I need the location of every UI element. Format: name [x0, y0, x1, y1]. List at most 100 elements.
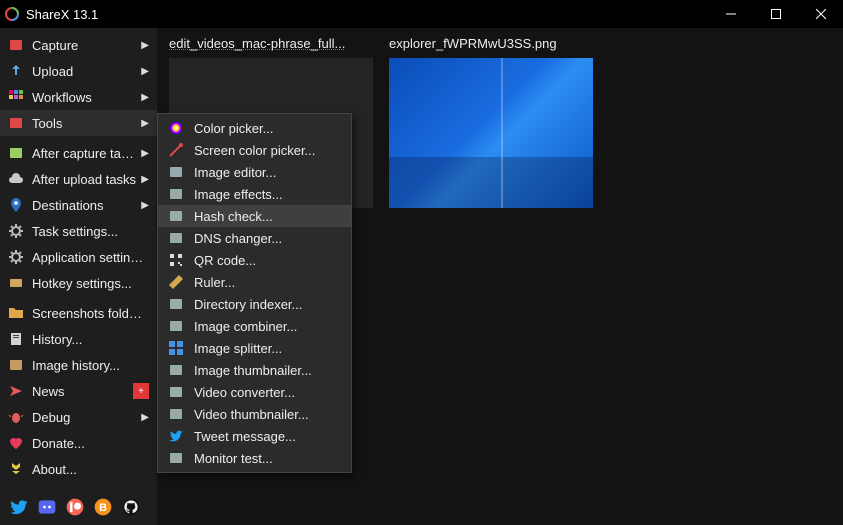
sidebar-item-workflows[interactable]: Workflows ▶	[0, 84, 157, 110]
tools-item-img-combine[interactable]: Image combiner...	[158, 315, 351, 337]
image-effects-icon	[168, 186, 184, 202]
submenu-arrow-icon: ▶	[141, 174, 149, 185]
sidebar-item-upload[interactable]: Upload▶	[0, 58, 157, 84]
sidebar-item-label: Task settings...	[32, 224, 149, 239]
tools-item-label: Image thumbnailer...	[194, 363, 341, 378]
sidebar: Capture▶Upload▶Workflows▶Tools▶After cap…	[0, 28, 157, 525]
tools-item-label: Video converter...	[194, 385, 341, 400]
tools-item-monitor[interactable]: Monitor test...	[158, 447, 351, 469]
close-button[interactable]	[798, 0, 843, 28]
tools-item-label: DNS changer...	[194, 231, 341, 246]
folder-icon	[8, 305, 24, 321]
news-icon	[8, 383, 24, 399]
sidebar-item-history[interactable]: History...	[0, 326, 157, 352]
submenu-arrow-icon: ▶	[141, 412, 149, 423]
social-row: B	[0, 489, 157, 525]
patreon-icon[interactable]	[64, 496, 86, 518]
submenu-arrow-icon: ▶	[141, 200, 149, 211]
sidebar-item-capture[interactable]: Capture▶	[0, 32, 157, 58]
github-icon[interactable]	[120, 496, 142, 518]
sidebar-item-label: After capture tasks	[32, 146, 137, 161]
sidebar-item-app-settings[interactable]: Application settings...	[0, 244, 157, 270]
app-logo-icon	[4, 6, 20, 22]
sidebar-item-label: Tools	[32, 116, 137, 131]
thumb-2[interactable]: explorer_fWPRMwU3SS.png	[389, 36, 593, 517]
after-capture-icon	[8, 145, 24, 161]
thumb-2-title: explorer_fWPRMwU3SS.png	[389, 36, 593, 54]
sidebar-item-donate[interactable]: Donate...	[0, 430, 157, 456]
tools-item-qr[interactable]: QR code...	[158, 249, 351, 271]
submenu-arrow-icon: ▶	[141, 66, 149, 77]
maximize-button[interactable]	[753, 0, 798, 28]
sidebar-item-label: Donate...	[32, 436, 149, 451]
tools-item-label: Tweet message...	[194, 429, 341, 444]
task-settings-icon	[8, 223, 24, 239]
history-icon	[8, 331, 24, 347]
sidebar-item-label: Workflows	[32, 90, 137, 105]
twitter-icon[interactable]	[8, 496, 30, 518]
capture-icon	[8, 37, 24, 53]
vid-thumb-icon	[168, 406, 184, 422]
image-editor-icon	[168, 164, 184, 180]
submenu-arrow-icon: ▶	[141, 92, 149, 103]
tools-item-image-editor[interactable]: Image editor...	[158, 161, 351, 183]
sidebar-item-label: About...	[32, 462, 149, 477]
sidebar-item-label: History...	[32, 332, 149, 347]
sidebar-item-label: Screenshots folder...	[32, 306, 149, 321]
tools-item-image-effects[interactable]: Image effects...	[158, 183, 351, 205]
news-badge: +	[133, 383, 149, 399]
discord-icon[interactable]	[36, 496, 58, 518]
tools-item-label: Directory indexer...	[194, 297, 341, 312]
about-icon	[8, 461, 24, 477]
tools-item-label: Color picker...	[194, 121, 341, 136]
sidebar-item-hotkey-settings[interactable]: Hotkey settings...	[0, 270, 157, 296]
sidebar-item-label: Capture	[32, 38, 137, 53]
qr-icon	[168, 252, 184, 268]
sidebar-item-about[interactable]: About...	[0, 456, 157, 482]
ruler-icon	[168, 274, 184, 290]
tweet-icon	[168, 428, 184, 444]
minimize-button[interactable]	[708, 0, 753, 28]
tools-item-dns[interactable]: DNS changer...	[158, 227, 351, 249]
sidebar-item-after-capture[interactable]: After capture tasks▶	[0, 140, 157, 166]
donate-icon	[8, 435, 24, 451]
tools-submenu: Color picker...Screen color picker...Ima…	[157, 113, 352, 473]
sidebar-item-label: News	[32, 384, 129, 399]
tools-item-ruler[interactable]: Ruler...	[158, 271, 351, 293]
tools-item-tweet[interactable]: Tweet message...	[158, 425, 351, 447]
sidebar-item-label: Debug	[32, 410, 137, 425]
tools-item-label: Image splitter...	[194, 341, 341, 356]
dns-icon	[168, 230, 184, 246]
sidebar-item-label: After upload tasks	[32, 172, 137, 187]
sidebar-item-debug[interactable]: Debug ▶	[0, 404, 157, 430]
tools-item-label: Monitor test...	[194, 451, 341, 466]
debug-icon	[8, 409, 24, 425]
tools-item-img-split[interactable]: Image splitter...	[158, 337, 351, 359]
thumb-2-image	[389, 58, 593, 208]
tools-item-vid-thumb[interactable]: Video thumbnailer...	[158, 403, 351, 425]
tools-item-hash-check[interactable]: Hash check...	[158, 205, 351, 227]
sidebar-item-news[interactable]: News +	[0, 378, 157, 404]
sidebar-item-destinations[interactable]: Destinations▶	[0, 192, 157, 218]
sidebar-item-tools[interactable]: Tools▶	[0, 110, 157, 136]
tools-item-img-thumb[interactable]: Image thumbnailer...	[158, 359, 351, 381]
tools-item-label: Ruler...	[194, 275, 341, 290]
thumb-1-title: edit_videos_mac-phrase_full...	[169, 36, 373, 54]
bitcoin-icon[interactable]: B	[92, 496, 114, 518]
sidebar-item-image-history[interactable]: Image history...	[0, 352, 157, 378]
tools-item-label: Video thumbnailer...	[194, 407, 341, 422]
destinations-icon	[8, 197, 24, 213]
tools-item-color-picker[interactable]: Color picker...	[158, 117, 351, 139]
hash-check-icon	[168, 208, 184, 224]
tools-item-dir-index[interactable]: Directory indexer...	[158, 293, 351, 315]
upload-icon	[8, 63, 24, 79]
img-split-icon	[168, 340, 184, 356]
sidebar-item-task-settings[interactable]: Task settings...	[0, 218, 157, 244]
app-title: ShareX 13.1	[26, 7, 98, 22]
sidebar-item-after-upload[interactable]: After upload tasks ▶	[0, 166, 157, 192]
tools-item-label: Image combiner...	[194, 319, 341, 334]
sidebar-item-folder[interactable]: Screenshots folder...	[0, 300, 157, 326]
sidebar-item-label: Hotkey settings...	[32, 276, 149, 291]
tools-item-screen-picker[interactable]: Screen color picker...	[158, 139, 351, 161]
tools-item-vid-conv[interactable]: Video converter...	[158, 381, 351, 403]
